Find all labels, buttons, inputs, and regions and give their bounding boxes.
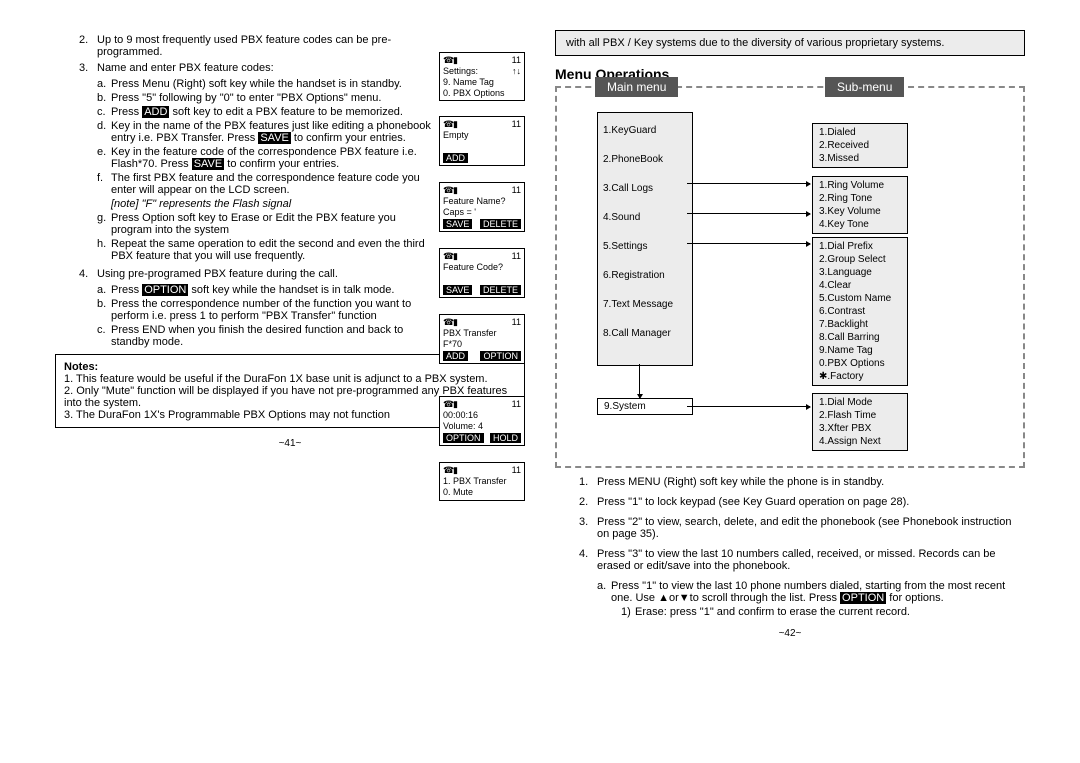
menu-8: 8.Call Manager [603,319,673,348]
menu-7: 7.Text Message [603,290,673,319]
op-3: Press "2" to view, search, delete, and e… [597,516,1025,540]
submenu-system: 1.Dial Mode 2.Flash Time 3.Xfter PBX 4.A… [812,393,908,451]
step-3h: Repeat the same operation to edit the se… [111,238,437,262]
step-4b: Press the correspondence number of the f… [111,298,437,322]
page-number-right: ~42~ [555,628,1025,639]
step-3-note: [note] "F" represents the Flash signal [111,198,437,210]
lcd-pbx-transfer: ☎▮11 PBX Transfer F*70 ADDOPTION [439,314,525,364]
lcd-talk: ☎▮11 00:00:16 Volume: 4 OPTIONHOLD [439,396,525,446]
step-4a: Press OPTION soft key while the handset … [111,284,437,296]
step-3c: Press ADD soft key to edit a PBX feature… [111,106,437,118]
compatibility-warning: with all PBX / Key systems due to the di… [555,30,1025,56]
step-3a: Press Menu (Right) soft key while the ha… [111,78,437,90]
menu-2: 2.PhoneBook [603,145,673,174]
item-3: Name and enter PBX feature codes: [97,62,419,74]
lcd-settings: ☎▮11 Settings:↑↓ 9. Name Tag 0. PBX Opti… [439,52,525,101]
step-3b: Press "5" following by "0" to enter "PBX… [111,92,437,104]
menu-4: 4.Sound [603,203,673,232]
menu-diagram: Main menu Sub-menu 1.KeyGuard 2.PhoneBoo… [555,86,1025,468]
op-4a1: Erase: press "1" and confirm to erase th… [635,606,1025,618]
op-1: Press MENU (Right) soft key while the ph… [597,476,1025,488]
op-4a: Press "1" to view the last 10 phone numb… [611,580,1025,604]
submenu-settings: 1.Dial Prefix 2.Group Select 3.Language … [812,237,908,386]
page-42: with all PBX / Key systems due to the di… [555,30,1025,639]
step-3d: Key in the name of the PBX features just… [111,120,437,144]
op-4: Press "3" to view the last 10 numbers ca… [597,548,1025,572]
menu-5: 5.Settings [603,232,673,261]
op-2: Press "1" to lock keypad (see Key Guard … [597,496,1025,508]
lcd-empty: ☎▮11 Empty ADD [439,116,525,166]
lcd-options: ☎▮11 1. PBX Transfer 0. Mute [439,462,525,501]
sub-menu-label: Sub-menu [825,77,904,97]
menu-3: 3.Call Logs [603,174,673,203]
lcd-feature-name: ☎▮11 Feature Name? Caps = ' SAVEDELETE [439,182,525,232]
menu-9: 9.System [597,398,693,415]
item-2: Up to 9 most frequently used PBX feature… [97,34,419,58]
menu-1: 1.KeyGuard [603,116,673,145]
lcd-feature-code: ☎▮11 Feature Code? SAVEDELETE [439,248,525,298]
page-41: 2.Up to 9 most frequently used PBX featu… [55,30,525,639]
step-3f: The first PBX feature and the correspond… [111,172,437,196]
submenu-sound: 1.Ring Volume 2.Ring Tone 3.Key Volume 4… [812,176,908,234]
main-menu-label: Main menu [595,77,678,97]
step-4c: Press END when you finish the desired fu… [111,324,437,348]
menu-6: 6.Registration [603,261,673,290]
step-3e: Key in the feature code of the correspon… [111,146,437,170]
step-3g: Press Option soft key to Erase or Edit t… [111,212,437,236]
submenu-call-logs: 1.Dialed 2.Received 3.Missed [812,123,908,168]
note-1: 1. This feature would be useful if the D… [64,373,516,385]
item-4: Using pre-programed PBX feature during t… [97,268,419,280]
